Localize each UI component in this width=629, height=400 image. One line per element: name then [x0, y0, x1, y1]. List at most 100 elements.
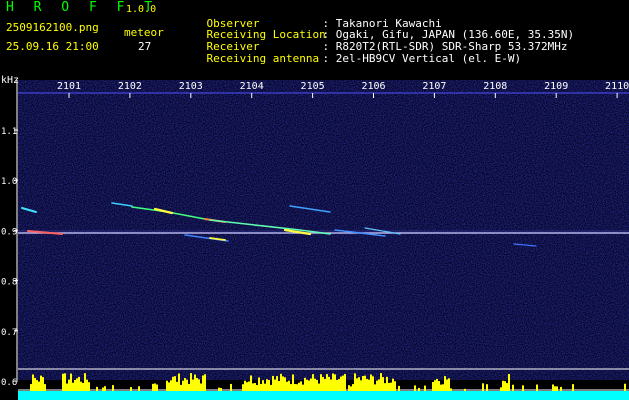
- detection-bar: [436, 378, 438, 391]
- detection-bar: [378, 379, 380, 391]
- detection-bar: [440, 384, 442, 391]
- detection-bar: [394, 381, 396, 391]
- detection-bar: [280, 373, 282, 391]
- detection-bar: [356, 378, 358, 391]
- meteor-count: 27: [138, 40, 152, 53]
- detection-bar: [246, 382, 248, 391]
- detection-bar: [432, 381, 434, 391]
- detection-bar: [34, 377, 36, 391]
- detection-bar: [318, 383, 320, 391]
- detection-bar: [196, 377, 198, 391]
- detection-bar: [506, 383, 508, 391]
- detection-bar: [344, 374, 346, 391]
- detection-bar: [44, 384, 46, 391]
- detection-bar: [112, 385, 114, 391]
- detection-bar: [444, 376, 446, 391]
- freq-axis: 1.1 1.0 0.9 0.8 0.7 0.6: [1, 80, 18, 388]
- time-tick-label: 2104: [240, 81, 264, 92]
- detection-bar: [178, 373, 180, 391]
- detection-bar: [388, 382, 390, 391]
- detection-bar: [268, 380, 270, 391]
- detection-bar: [302, 384, 304, 391]
- detection-bar: [342, 375, 344, 391]
- detection-bar: [336, 380, 338, 391]
- detection-bar: [264, 383, 266, 391]
- detection-bar: [30, 384, 32, 391]
- file-name: 2509162100.png: [6, 21, 99, 34]
- detection-bar: [282, 376, 284, 391]
- detection-bar: [262, 380, 264, 391]
- detection-bar: [500, 387, 502, 391]
- detection-bar: [310, 378, 312, 391]
- detection-bar: [316, 379, 318, 391]
- detection-bar: [156, 384, 158, 391]
- detection-bar: [40, 375, 42, 391]
- detection-bar: [446, 379, 448, 391]
- detection-bar: [104, 386, 106, 391]
- detection-bar: [260, 383, 262, 391]
- detection-bar: [166, 380, 168, 391]
- detection-bar: [304, 377, 306, 391]
- detection-bar: [486, 384, 488, 391]
- detection-bar: [414, 385, 416, 391]
- freq-unit-label: kHz: [1, 75, 19, 86]
- detection-bar: [68, 379, 70, 391]
- detection-bar: [308, 380, 310, 391]
- detection-bar: [70, 373, 72, 391]
- detection-bar: [258, 377, 260, 391]
- detection-bar: [572, 384, 574, 391]
- freq-tick-label: 0.6: [1, 378, 17, 388]
- detection-bar: [328, 376, 330, 391]
- detection-bar: [442, 384, 444, 391]
- detection-bar: [180, 384, 182, 391]
- detection-bar: [556, 386, 558, 391]
- detection-bar: [176, 381, 178, 391]
- detection-bar: [62, 373, 64, 391]
- file-datetime: 25.09.16 21:00: [6, 40, 99, 53]
- detection-bar: [292, 374, 294, 391]
- detection-bar: [372, 376, 374, 391]
- detection-bar: [270, 384, 272, 391]
- freq-ticks: 1.1 1.0 0.9 0.8 0.7 0.6: [1, 127, 18, 388]
- spectrogram-noise: [18, 80, 629, 380]
- detection-bar: [370, 374, 372, 391]
- detection-bar: [390, 382, 392, 391]
- detection-bar: [192, 379, 194, 391]
- detection-bar: [32, 374, 34, 391]
- time-tick-label: 2101: [57, 81, 81, 92]
- detection-bar: [248, 381, 250, 391]
- detection-bar: [170, 380, 172, 391]
- time-tick-label: 2106: [361, 81, 385, 92]
- detection-bar: [382, 377, 384, 391]
- detection-bar: [326, 374, 328, 391]
- detection-bar: [438, 381, 440, 391]
- detection-bar: [256, 384, 258, 391]
- detection-bar: [554, 386, 556, 391]
- detection-bar: [392, 378, 394, 391]
- detection-bar: [298, 382, 300, 391]
- detection-bar: [352, 384, 354, 391]
- detection-bar: [296, 384, 298, 391]
- detection-bar: [424, 385, 426, 391]
- freq-tick-label: 0.9: [1, 227, 17, 237]
- detection-bar: [294, 384, 296, 391]
- detection-bar: [348, 385, 350, 391]
- detection-bar: [78, 376, 80, 391]
- detection-bar: [186, 379, 188, 391]
- detection-bar: [272, 375, 274, 391]
- detection-bar: [334, 374, 336, 391]
- detection-bar: [354, 373, 356, 391]
- detection-bar: [64, 373, 66, 391]
- detection-bar: [380, 373, 382, 391]
- freq-tick-label: 1.0: [1, 177, 17, 187]
- detection-bar: [522, 385, 524, 391]
- time-tick-label: 2103: [179, 81, 203, 92]
- detection-bar: [190, 373, 192, 391]
- detection-bar: [278, 380, 280, 391]
- detection-bar: [138, 386, 140, 391]
- detection-bar: [82, 382, 84, 391]
- detection-bar: [418, 387, 420, 391]
- detection-bar: [368, 379, 370, 391]
- detection-bar: [204, 374, 206, 391]
- detection-bar: [198, 379, 200, 391]
